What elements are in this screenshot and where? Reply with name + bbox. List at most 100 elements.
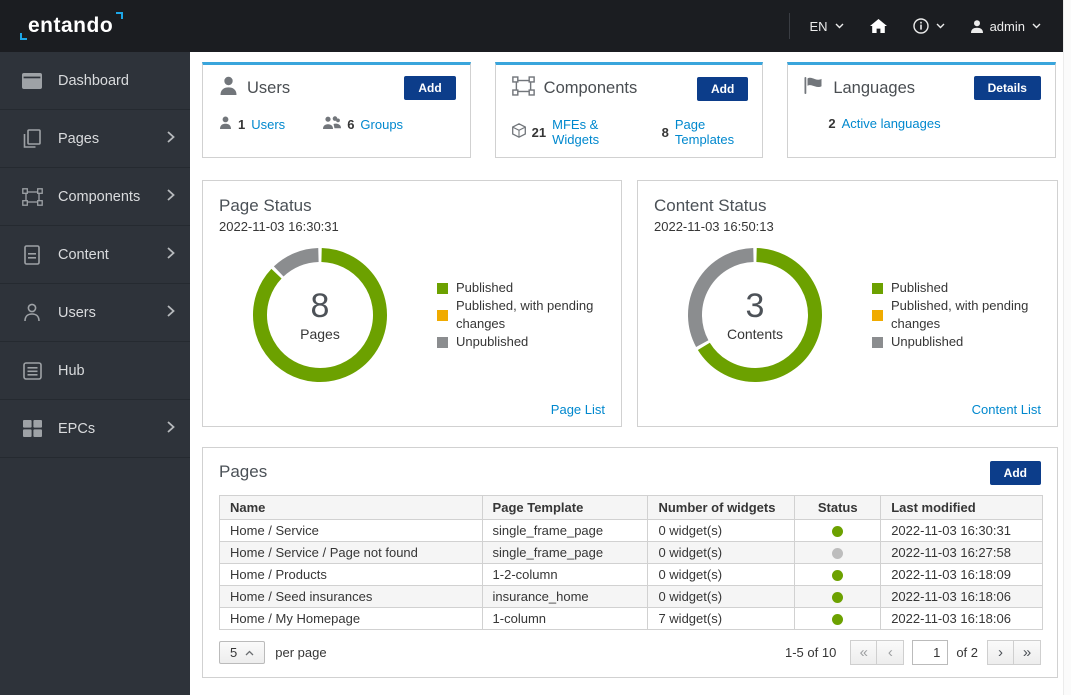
language-label: EN <box>809 18 828 34</box>
per-page-dropdown[interactable]: 5 <box>219 641 266 664</box>
sidebar-item-users[interactable]: Users <box>0 284 190 342</box>
table-row[interactable]: Home / My Homepage 1-column 7 widget(s) … <box>219 607 1043 630</box>
pages-table-card: Pages Add Name Page Template Number of w… <box>202 447 1058 678</box>
top-navbar: entando EN admin <box>0 0 1063 52</box>
users-link[interactable]: Users <box>251 117 285 132</box>
content-status-card: Content Status 2022-11-03 16:50:13 3 Con… <box>637 180 1058 427</box>
info-menu[interactable] <box>912 18 945 34</box>
home-icon <box>869 18 887 34</box>
previous-page-button[interactable]: ‹ <box>877 640 905 665</box>
pages-card-title: Pages <box>219 462 268 481</box>
pages-table: Name Page Template Number of widgets Sta… <box>219 495 1043 630</box>
last-modified-cell: 2022-11-03 16:27:58 <box>880 541 1043 564</box>
add-users-button[interactable]: Add <box>404 76 456 100</box>
status-dot <box>832 570 844 582</box>
column-header-template: Page Template <box>481 495 649 520</box>
table-row[interactable]: Home / Service single_frame_page 0 widge… <box>219 519 1043 542</box>
page-name-cell: Home / Service <box>219 519 483 542</box>
sidebar-item-content[interactable]: Content <box>0 226 190 284</box>
chart-timestamp: 2022-11-03 16:30:31 <box>219 219 339 234</box>
page-name-cell: Home / Service / Page not found <box>219 541 483 564</box>
legend-label: Published, with pending changes <box>456 298 594 331</box>
widgets-count-cell: 0 widget(s) <box>647 563 796 586</box>
page-name-cell: Home / Products <box>219 563 483 586</box>
pages-icon <box>21 128 43 149</box>
legend-swatch-unpublished <box>872 336 883 348</box>
table-row[interactable]: Home / Service / Page not found single_f… <box>219 541 1043 564</box>
components-summary-card: Components Add 21 MFEs & Widgets 8 Page … <box>494 62 764 158</box>
users-icon <box>21 303 43 322</box>
active-languages-count: 2 <box>828 116 836 131</box>
legend-swatch-published <box>872 282 883 294</box>
chart-legend: Published Published, with pending change… <box>437 279 605 351</box>
mfes-widgets-link[interactable]: MFEs & Widgets <box>552 117 624 147</box>
status-dot <box>832 614 844 626</box>
user-menu[interactable]: admin <box>970 19 1041 34</box>
dashboard-icon <box>21 72 43 89</box>
users-count: 1 <box>238 116 246 132</box>
logo-text: entando <box>28 14 114 37</box>
sidebar-item-label: Content <box>58 246 109 263</box>
user-icon <box>219 76 238 100</box>
content-status-donut-chart <box>688 248 822 382</box>
sidebar-item-pages[interactable]: Pages <box>0 110 190 168</box>
per-page-label: per page <box>275 645 327 660</box>
cube-icon <box>511 123 526 141</box>
sidebar-item-components[interactable]: Components <box>0 168 190 226</box>
chart-title: Content Status <box>654 196 767 215</box>
page-templates-link[interactable]: Page Templates <box>675 117 748 147</box>
card-title: Languages <box>833 78 915 97</box>
per-page-value: 5 <box>230 645 238 660</box>
window-scrollbar[interactable] <box>1063 0 1071 695</box>
page-template-cell: single_frame_page <box>481 519 649 542</box>
last-page-button[interactable]: » <box>1014 640 1041 665</box>
sidebar-item-hub[interactable]: Hub <box>0 342 190 400</box>
last-modified-cell: 2022-11-03 16:18:06 <box>880 585 1043 608</box>
logo-corner-mark <box>116 12 124 19</box>
group-icon <box>323 116 342 132</box>
entando-logo[interactable]: entando <box>20 12 124 40</box>
content-list-link[interactable]: Content List <box>972 402 1041 417</box>
chevron-right-icon <box>166 420 176 438</box>
flag-icon <box>804 77 824 99</box>
page-name-cell: Home / My Homepage <box>219 607 483 630</box>
last-modified-cell: 2022-11-03 16:30:31 <box>880 519 1043 542</box>
chevron-down-icon <box>936 23 945 29</box>
chevron-down-icon <box>1032 23 1041 29</box>
status-charts-row: Page Status 2022-11-03 16:30:31 8 Pages … <box>202 180 1058 427</box>
table-header-row: Name Page Template Number of widgets Sta… <box>219 495 1043 520</box>
add-page-button[interactable]: Add <box>989 461 1041 485</box>
groups-link[interactable]: Groups <box>360 117 403 132</box>
languages-details-button[interactable]: Details <box>973 76 1041 100</box>
chevron-right-icon <box>166 246 176 264</box>
table-row[interactable]: Home / Seed insurances insurance_home 0 … <box>219 585 1043 608</box>
first-page-button[interactable]: « <box>850 640 878 665</box>
sidebar-item-epcs[interactable]: EPCs <box>0 400 190 458</box>
legend-swatch-published <box>437 282 448 294</box>
add-component-button[interactable]: Add <box>697 76 749 101</box>
page-templates-count: 8 <box>661 124 669 140</box>
legend-label: Unpublished <box>891 334 964 349</box>
current-page-input[interactable] <box>912 640 949 665</box>
sidebar-item-label: Users <box>58 304 96 321</box>
status-dot <box>832 592 844 604</box>
sidebar-item-label: Hub <box>58 362 85 379</box>
user-icon <box>970 19 983 33</box>
info-icon <box>912 18 929 34</box>
widgets-count-cell: 7 widget(s) <box>647 607 796 630</box>
last-modified-cell: 2022-11-03 16:18:06 <box>880 607 1043 630</box>
sidebar-item-label: Dashboard <box>58 72 129 89</box>
sidebar-item-dashboard[interactable]: Dashboard <box>0 52 190 110</box>
language-menu[interactable]: EN <box>810 19 844 34</box>
home-button[interactable] <box>869 18 887 34</box>
status-dot <box>832 526 844 538</box>
widgets-count-cell: 0 widget(s) <box>647 519 796 542</box>
page-template-cell: single_frame_page <box>481 541 649 564</box>
table-row[interactable]: Home / Products 1-2-column 0 widget(s) 2… <box>219 563 1043 586</box>
page-list-link[interactable]: Page List <box>551 402 605 417</box>
chart-title: Page Status <box>219 196 312 215</box>
page-template-cell: 1-column <box>481 607 649 630</box>
next-page-button[interactable]: › <box>987 640 1014 665</box>
chevron-right-icon <box>166 130 176 148</box>
active-languages-link[interactable]: Active languages <box>842 116 941 131</box>
